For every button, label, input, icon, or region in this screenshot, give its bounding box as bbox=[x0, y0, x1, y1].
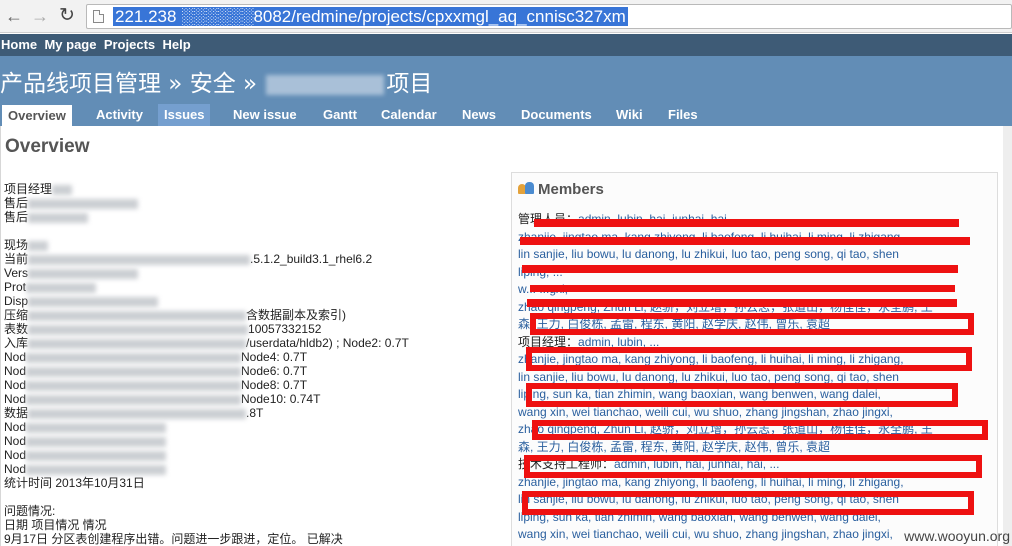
page-scrollbar[interactable] bbox=[1003, 126, 1012, 546]
top-menu-home[interactable]: Home bbox=[0, 34, 40, 56]
desc-line: Nod Node8: 0.7T bbox=[4, 378, 308, 392]
redaction-mark bbox=[520, 237, 970, 245]
blurred-text bbox=[28, 240, 49, 251]
tab-gantt[interactable]: Gantt bbox=[317, 104, 363, 126]
members-box: Members 管理人员：admin, lubin, hai, junhai, … bbox=[511, 172, 998, 546]
page-icon bbox=[93, 10, 104, 23]
blurred-text bbox=[26, 394, 242, 405]
desc-line: Nod bbox=[4, 434, 504, 448]
blurred-text bbox=[28, 198, 139, 209]
tab-activity[interactable]: Activity bbox=[90, 104, 149, 126]
desc-line: 问题情况: bbox=[4, 504, 56, 518]
redaction-mark bbox=[524, 455, 982, 478]
desc-line: 入库/userdata/hldb2) ; Node2: 0.7T bbox=[4, 336, 409, 350]
top-menu-my-page[interactable]: My page bbox=[43, 34, 99, 56]
member-names[interactable]: lin sanjie, liu bowu, lu danong, lu zhik… bbox=[518, 370, 899, 384]
desc-line: 当前 .5.1.2_build3.1_rhel6.2 bbox=[4, 252, 373, 266]
members-group-icon bbox=[518, 182, 534, 196]
desc-line: Nod Node4: 0.7T bbox=[4, 350, 308, 364]
redaction-mark bbox=[526, 347, 972, 371]
project-title: 产品线项目管理 » 安全 » 项目 bbox=[0, 64, 432, 98]
blurred-project-name bbox=[266, 74, 385, 95]
address-bar[interactable]: 221.238 ░░░░░░8082/redmine/projects/cpxx… bbox=[86, 4, 1012, 29]
desc-line: Nod Node6: 0.7T bbox=[4, 364, 308, 378]
blurred-text bbox=[26, 436, 167, 447]
main-content: Overview 项目经理 售后 售后 现场 当前 .5.1.2_build3.1… bbox=[0, 126, 1003, 546]
browser-toolbar: ← → ↻ 221.238 ░░░░░░8082/redmine/project… bbox=[0, 0, 1012, 33]
desc-line: Nod Node10: 0.74T bbox=[4, 392, 321, 406]
redaction-mark bbox=[526, 383, 958, 407]
blurred-text bbox=[52, 184, 73, 195]
tab-issues[interactable]: Issues bbox=[158, 104, 211, 126]
tab-calendar[interactable]: Calendar bbox=[375, 104, 443, 126]
blurred-text bbox=[28, 310, 247, 321]
top-menu-projects[interactable]: Projects bbox=[103, 34, 158, 56]
tab-files[interactable]: Files bbox=[662, 104, 704, 126]
url-text[interactable]: 221.238 ░░░░░░8082/redmine/projects/cpxx… bbox=[113, 7, 628, 26]
blurred-text bbox=[28, 338, 247, 349]
top-menu-help[interactable]: Help bbox=[161, 34, 193, 56]
desc-line: 数据 .8T bbox=[4, 406, 264, 420]
blurred-text bbox=[28, 212, 89, 223]
blurred-text bbox=[28, 268, 139, 279]
forward-arrow-icon[interactable]: → bbox=[30, 6, 50, 26]
desc-line: Disp bbox=[4, 294, 504, 308]
redaction-mark bbox=[532, 420, 988, 440]
desc-line: Nod bbox=[4, 448, 504, 462]
member-names[interactable]: lin sanjie, liu bowu, lu danong, lu zhik… bbox=[518, 247, 899, 261]
member-line: lin sanjie, liu bowu, lu danong, lu zhik… bbox=[518, 246, 988, 264]
project-title-suffix: 项目 bbox=[386, 71, 433, 97]
tab-overview[interactable]: Overview bbox=[2, 105, 72, 127]
desc-line: 9月17日 分区表创建程序出错。问题进一步跟进，定位。 已解决 bbox=[4, 532, 343, 546]
desc-line: Nod bbox=[4, 420, 504, 434]
desc-line: 压缩 含数据副本及索引) bbox=[4, 308, 347, 322]
desc-line: 项目经理 bbox=[4, 182, 504, 196]
desc-line: Nod bbox=[4, 462, 504, 476]
desc-line: Vers bbox=[4, 266, 504, 280]
desc-line: Prot bbox=[4, 280, 504, 294]
blurred-text bbox=[26, 450, 167, 461]
tab-wiki[interactable]: Wiki bbox=[610, 104, 649, 126]
project-description: 项目经理 售后 售后 现场 当前 .5.1.2_build3.1_rhel6.2 … bbox=[4, 182, 504, 546]
redaction-mark bbox=[534, 219, 959, 227]
blurred-text bbox=[28, 296, 159, 307]
blurred-text bbox=[28, 324, 249, 335]
reload-icon[interactable]: ↻ bbox=[57, 6, 77, 26]
desc-line: 统计时间 2013年10月31日 bbox=[4, 476, 145, 490]
tab-new-issue[interactable]: New issue bbox=[227, 104, 303, 126]
member-names[interactable]: 森, 王力, 白俊栋, 孟雷, 程东, 黄阳, 赵学庆, 赵伟, 曾乐, 袁超 bbox=[518, 440, 830, 454]
blurred-text bbox=[26, 422, 167, 433]
redaction-mark bbox=[530, 313, 974, 335]
back-arrow-icon[interactable]: ← bbox=[4, 6, 24, 26]
blurred-text bbox=[26, 464, 167, 475]
blurred-text bbox=[28, 408, 247, 419]
member-line: 森, 王力, 白俊栋, 孟雷, 程东, 黄阳, 赵学庆, 赵伟, 曾乐, 袁超 bbox=[518, 439, 988, 457]
member-names[interactable]: wang xin, wei tianchao, weili cui, wu sh… bbox=[518, 527, 893, 541]
top-menu: Home My page Projects Help bbox=[0, 34, 1012, 56]
redaction-mark bbox=[522, 265, 958, 273]
project-breadcrumb[interactable]: 产品线项目管理 » 安全 » bbox=[0, 71, 257, 97]
desc-line: 表数 10057332152 bbox=[4, 322, 322, 336]
blurred-text bbox=[26, 366, 242, 377]
tab-news[interactable]: News bbox=[456, 104, 502, 126]
redaction-mark bbox=[527, 299, 957, 307]
redaction-mark bbox=[522, 491, 974, 515]
redaction-mark bbox=[530, 285, 955, 292]
page-title: Overview bbox=[5, 136, 90, 157]
blurred-text bbox=[26, 352, 242, 363]
tab-documents[interactable]: Documents bbox=[515, 104, 598, 126]
desc-line: 售后 bbox=[4, 210, 504, 224]
blurred-text bbox=[28, 254, 251, 265]
blurred-text bbox=[26, 380, 242, 391]
project-tabs: Overview Activity Issues New issue Gantt… bbox=[0, 104, 1012, 127]
watermark: www.wooyun.org bbox=[904, 528, 1010, 544]
members-heading: Members bbox=[518, 181, 604, 198]
desc-line: 现场 bbox=[4, 238, 504, 252]
desc-line: 售后 bbox=[4, 196, 504, 210]
blurred-text bbox=[26, 282, 97, 293]
desc-line: 日期 项目情况 情况 bbox=[4, 518, 107, 532]
